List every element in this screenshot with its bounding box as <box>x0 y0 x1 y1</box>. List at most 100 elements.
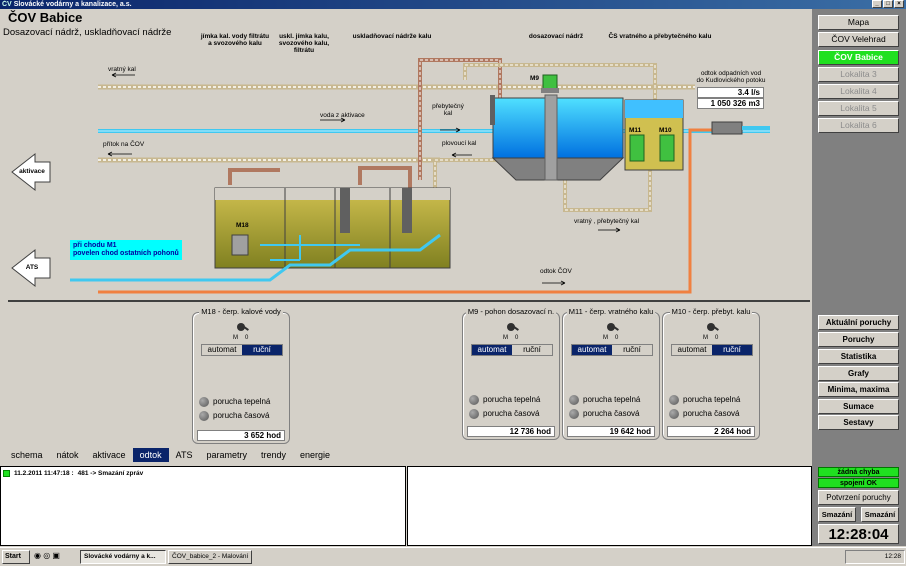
screen-tabs: schema nátok aktivace odtok ATS parametr… <box>4 448 337 462</box>
label-prebytecny-kal: přebytečný kal <box>432 103 464 117</box>
mode-m-label: M <box>603 335 608 341</box>
automat-option[interactable]: automat <box>672 345 712 355</box>
hours-counter: 19 642 hod <box>567 426 655 437</box>
label-odtok-cov: odtok ČOV <box>540 268 572 275</box>
mode-toggle[interactable]: automat ruční <box>201 344 283 356</box>
notice-box: při chodu M1 povelen chod ostatních poho… <box>70 240 182 260</box>
tank-uskladnovaci <box>214 187 451 269</box>
minimize-button[interactable]: _ <box>872 0 882 8</box>
mode-0-label: 0 <box>515 335 519 341</box>
fault-thermal-label: porucha tepelná <box>583 395 641 404</box>
fault-time-label: porucha časová <box>683 409 740 418</box>
rucni-option[interactable]: ruční <box>712 345 752 355</box>
nav-lokalita-3[interactable]: Lokalita 3 <box>818 67 899 82</box>
key-switch-icon[interactable] <box>605 321 619 333</box>
label-m18: M18 <box>236 222 249 229</box>
key-switch-icon[interactable] <box>705 321 719 333</box>
nav-lokalita-4[interactable]: Lokalita 4 <box>818 84 899 99</box>
poruchy-button[interactable]: Poruchy <box>818 332 899 347</box>
pump-title: M11 - čerp. vratného kalu <box>566 307 656 316</box>
quick-launch-icons[interactable]: ◉ ◎ ▣ <box>34 551 74 563</box>
sestavy-button[interactable]: Sestavy <box>818 415 899 430</box>
fault-led-thermal <box>669 395 679 405</box>
key-switch-icon[interactable] <box>235 321 249 333</box>
taskbar-item-scada[interactable]: Slovácké vodárny a k... <box>80 550 166 564</box>
fault-led-thermal <box>569 395 579 405</box>
maximize-button[interactable]: □ <box>883 0 893 8</box>
key-switch-icon[interactable] <box>505 321 519 333</box>
nav-cov-babice[interactable]: ČOV Babice <box>818 50 899 65</box>
label-vratny-kal: vratný kal <box>108 66 136 73</box>
automat-option[interactable]: automat <box>472 345 512 355</box>
label-vratny-prebytecny: vratný , přebytečný kal <box>574 218 640 225</box>
mode-toggle[interactable]: automat ruční <box>571 344 653 356</box>
mode-0-label: 0 <box>615 335 619 341</box>
minima-maxima-button[interactable]: Minima, maxima <box>818 382 899 397</box>
taskbar-item-paint[interactable]: ČOV_babice_2 - Malování <box>168 550 252 564</box>
nav-cov-velehrad[interactable]: ČOV Velehrad <box>818 32 899 47</box>
pump-title: M9 - pohon dosazovací n. <box>465 307 557 316</box>
odtok-outlet <box>711 121 743 135</box>
pump-title: M18 - čerp. kalové vody <box>199 307 283 316</box>
flow-value: 3.4 l/s <box>697 87 764 98</box>
hours-counter: 3 652 hod <box>197 430 285 441</box>
tank-dosazovaci <box>490 94 625 181</box>
label-ats[interactable]: ATS <box>14 264 50 271</box>
system-tray: 12:28 <box>845 550 905 564</box>
label-aktivace[interactable]: aktivace <box>14 168 50 175</box>
tab-trendy[interactable]: trendy <box>254 448 293 462</box>
tab-natok[interactable]: nátok <box>50 448 86 462</box>
aktualni-poruchy-button[interactable]: Aktuální poruchy <box>818 315 899 330</box>
start-button[interactable]: Start <box>2 550 30 564</box>
rucni-option[interactable]: ruční <box>242 345 282 355</box>
mode-0-label: 0 <box>245 335 249 341</box>
window-title: Slovácké vodárny a kanalizace, a.s. <box>13 1 132 8</box>
grafy-button[interactable]: Grafy <box>818 366 899 381</box>
hours-counter: 12 736 hod <box>467 426 555 437</box>
nav-lokalita-6[interactable]: Lokalita 6 <box>818 118 899 133</box>
label-odtok-text: odtok odpadních vod do Kudlovického poto… <box>696 70 766 84</box>
sumace-button[interactable]: Sumace <box>818 399 899 414</box>
automat-option[interactable]: automat <box>572 345 612 355</box>
nav-mapa[interactable]: Mapa <box>818 15 899 30</box>
fault-time-label: porucha časová <box>583 409 640 418</box>
delete-button-1[interactable]: Smazání <box>818 507 856 522</box>
automat-option[interactable]: automat <box>202 345 242 355</box>
tab-schema[interactable]: schema <box>4 448 50 462</box>
mode-m-label: M <box>233 335 238 341</box>
nav-lokalita-5[interactable]: Lokalita 5 <box>818 101 899 116</box>
fault-time-label: porucha časová <box>213 411 270 420</box>
tab-parametry[interactable]: parametry <box>199 448 254 462</box>
label-voda-z-aktivace: voda z aktivace <box>320 112 365 119</box>
fault-thermal-label: porucha tepelná <box>483 395 541 404</box>
motor-m9-icon <box>541 74 559 93</box>
log-entry[interactable]: 11.2.2011 11:47:18 : 481 -> Smazání zprá… <box>3 470 143 477</box>
message-log[interactable]: 11.2.2011 11:47:18 : 481 -> Smazání zprá… <box>0 466 406 546</box>
status-error: žádná chyba <box>818 467 899 477</box>
label-cs-vratneho: ČS vratného a přebytečného kalu <box>608 33 712 40</box>
fault-time-label: porucha časová <box>483 409 540 418</box>
tab-energie[interactable]: energie <box>293 448 337 462</box>
mode-toggle[interactable]: automat ruční <box>471 344 553 356</box>
hours-counter: 2 264 hod <box>667 426 755 437</box>
statistika-button[interactable]: Statistika <box>818 349 899 364</box>
pump-panel-m18: M18 - čerp. kalové vody M 0 automat ručn… <box>192 307 290 444</box>
pump-panel-m10: M10 - čerp. přebyt. kalu M 0 automat ruč… <box>662 307 760 440</box>
mode-m-label: M <box>703 335 708 341</box>
tank-cs-vratneho <box>624 99 684 171</box>
close-button[interactable]: × <box>894 0 904 8</box>
rucni-option[interactable]: ruční <box>612 345 652 355</box>
mode-toggle[interactable]: automat ruční <box>671 344 753 356</box>
clock: 12:28:04 <box>818 524 899 544</box>
delete-button-2[interactable]: Smazání <box>861 507 899 522</box>
pump-title: M10 - čerp. přebyt. kalu <box>669 307 753 316</box>
confirm-fault-button[interactable]: Potvrzení poruchy <box>818 490 899 505</box>
rucni-option[interactable]: ruční <box>512 345 552 355</box>
fault-led-time <box>669 409 679 419</box>
tab-ats[interactable]: ATS <box>169 448 200 462</box>
tab-aktivace[interactable]: aktivace <box>86 448 133 462</box>
tray-time: 12:28 <box>884 553 901 560</box>
label-uskladnovaci: uskladňovací nádrže kalu <box>352 33 432 40</box>
message-log-secondary[interactable] <box>407 466 812 546</box>
tab-odtok[interactable]: odtok <box>132 448 169 462</box>
